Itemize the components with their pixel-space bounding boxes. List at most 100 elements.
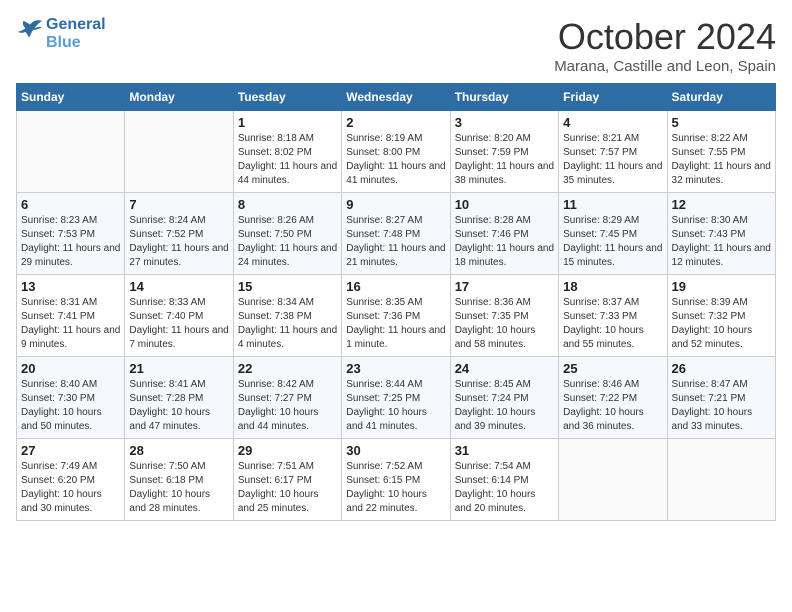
calendar-cell: 1 Sunrise: 8:18 AM Sunset: 8:02 PM Daylig… [233, 111, 341, 193]
day-info: Sunrise: 8:23 AM Sunset: 7:53 PM Dayligh… [21, 214, 120, 270]
week-row-1: 1 Sunrise: 8:18 AM Sunset: 8:02 PM Daylig… [17, 111, 776, 193]
day-number: 30 [346, 443, 445, 458]
day-info: Sunrise: 7:54 AM Sunset: 6:14 PM Dayligh… [455, 460, 554, 516]
title-block: October 2024 Marana, Castille and Leon, … [554, 16, 776, 75]
weekday-header-monday: Monday [125, 84, 233, 111]
day-info: Sunrise: 8:18 AM Sunset: 8:02 PM Dayligh… [238, 132, 337, 188]
logo: General Blue [16, 16, 106, 51]
calendar-cell: 11 Sunrise: 8:29 AM Sunset: 7:45 PM Dayli… [559, 193, 667, 275]
calendar-cell: 28 Sunrise: 7:50 AM Sunset: 6:18 PM Dayli… [125, 439, 233, 521]
day-number: 15 [238, 279, 337, 294]
day-info: Sunrise: 8:24 AM Sunset: 7:52 PM Dayligh… [129, 214, 228, 270]
day-number: 19 [672, 279, 771, 294]
calendar-cell: 9Sunrise: 8:27 AM Sunset: 7:48 PM Daylig… [342, 193, 450, 275]
week-row-5: 27Sunrise: 7:49 AM Sunset: 6:20 PM Dayli… [17, 439, 776, 521]
day-info: Sunrise: 8:40 AM Sunset: 7:30 PM Dayligh… [21, 378, 120, 434]
calendar-cell: 19Sunrise: 8:39 AM Sunset: 7:32 PM Dayli… [667, 275, 775, 357]
day-number: 5 [672, 115, 771, 130]
day-number: 16 [346, 279, 445, 294]
week-row-4: 20 Sunrise: 8:40 AM Sunset: 7:30 PM Dayli… [17, 357, 776, 439]
weekday-header-wednesday: Wednesday [342, 84, 450, 111]
calendar-cell [17, 111, 125, 193]
calendar-cell: 21Sunrise: 8:41 AM Sunset: 7:28 PM Dayli… [125, 357, 233, 439]
day-number: 10 [455, 197, 554, 212]
calendar-cell: 10 Sunrise: 8:28 AM Sunset: 7:46 PM Dayli… [450, 193, 558, 275]
calendar-cell: 31 Sunrise: 7:54 AM Sunset: 6:14 PM Dayli… [450, 439, 558, 521]
day-number: 7 [129, 197, 228, 212]
calendar-cell: 14 Sunrise: 8:33 AM Sunset: 7:40 PM Dayli… [125, 275, 233, 357]
calendar-cell: 5 Sunrise: 8:22 AM Sunset: 7:55 PM Daylig… [667, 111, 775, 193]
day-number: 13 [21, 279, 120, 294]
day-info: Sunrise: 8:44 AM Sunset: 7:25 PM Dayligh… [346, 378, 445, 434]
calendar-table: SundayMondayTuesdayWednesdayThursdayFrid… [16, 83, 776, 521]
day-number: 11 [563, 197, 662, 212]
day-info: Sunrise: 8:36 AM Sunset: 7:35 PM Dayligh… [455, 296, 554, 352]
day-info: Sunrise: 8:21 AM Sunset: 7:57 PM Dayligh… [563, 132, 662, 188]
day-number: 24 [455, 361, 554, 376]
day-number: 28 [129, 443, 228, 458]
day-number: 1 [238, 115, 337, 130]
day-info: Sunrise: 8:33 AM Sunset: 7:40 PM Dayligh… [129, 296, 228, 352]
calendar-cell: 20 Sunrise: 8:40 AM Sunset: 7:30 PM Dayli… [17, 357, 125, 439]
calendar-cell: 30Sunrise: 7:52 AM Sunset: 6:15 PM Dayli… [342, 439, 450, 521]
day-info: Sunrise: 8:29 AM Sunset: 7:45 PM Dayligh… [563, 214, 662, 270]
day-info: Sunrise: 7:49 AM Sunset: 6:20 PM Dayligh… [21, 460, 120, 516]
day-number: 21 [129, 361, 228, 376]
day-number: 9 [346, 197, 445, 212]
calendar-cell [559, 439, 667, 521]
calendar-cell: 12 Sunrise: 8:30 AM Sunset: 7:43 PM Dayli… [667, 193, 775, 275]
day-number: 14 [129, 279, 228, 294]
day-info: Sunrise: 8:19 AM Sunset: 8:00 PM Dayligh… [346, 132, 445, 188]
day-info: Sunrise: 7:50 AM Sunset: 6:18 PM Dayligh… [129, 460, 228, 516]
calendar-cell: 2Sunrise: 8:19 AM Sunset: 8:00 PM Daylig… [342, 111, 450, 193]
day-info: Sunrise: 8:42 AM Sunset: 7:27 PM Dayligh… [238, 378, 337, 434]
page-header: General Blue October 2024 Marana, Castil… [16, 16, 776, 75]
calendar-cell: 22 Sunrise: 8:42 AM Sunset: 7:27 PM Dayli… [233, 357, 341, 439]
calendar-cell: 6 Sunrise: 8:23 AM Sunset: 7:53 PM Daylig… [17, 193, 125, 275]
weekday-header-saturday: Saturday [667, 84, 775, 111]
week-row-2: 6 Sunrise: 8:23 AM Sunset: 7:53 PM Daylig… [17, 193, 776, 275]
weekday-header-thursday: Thursday [450, 84, 558, 111]
calendar-cell: 23Sunrise: 8:44 AM Sunset: 7:25 PM Dayli… [342, 357, 450, 439]
day-number: 26 [672, 361, 771, 376]
calendar-cell: 4 Sunrise: 8:21 AM Sunset: 7:57 PM Daylig… [559, 111, 667, 193]
day-number: 3 [455, 115, 554, 130]
calendar-cell: 25Sunrise: 8:46 AM Sunset: 7:22 PM Dayli… [559, 357, 667, 439]
location-subtitle: Marana, Castille and Leon, Spain [554, 58, 776, 75]
day-number: 31 [455, 443, 554, 458]
day-info: Sunrise: 8:20 AM Sunset: 7:59 PM Dayligh… [455, 132, 554, 188]
calendar-cell [667, 439, 775, 521]
day-info: Sunrise: 8:31 AM Sunset: 7:41 PM Dayligh… [21, 296, 120, 352]
day-info: Sunrise: 8:22 AM Sunset: 7:55 PM Dayligh… [672, 132, 771, 188]
calendar-cell: 26 Sunrise: 8:47 AM Sunset: 7:21 PM Dayli… [667, 357, 775, 439]
day-number: 6 [21, 197, 120, 212]
day-number: 29 [238, 443, 337, 458]
day-number: 17 [455, 279, 554, 294]
calendar-cell [125, 111, 233, 193]
calendar-cell: 13 Sunrise: 8:31 AM Sunset: 7:41 PM Dayli… [17, 275, 125, 357]
day-number: 4 [563, 115, 662, 130]
calendar-cell: 17 Sunrise: 8:36 AM Sunset: 7:35 PM Dayli… [450, 275, 558, 357]
calendar-cell: 27Sunrise: 7:49 AM Sunset: 6:20 PM Dayli… [17, 439, 125, 521]
day-info: Sunrise: 8:46 AM Sunset: 7:22 PM Dayligh… [563, 378, 662, 434]
day-number: 8 [238, 197, 337, 212]
day-number: 12 [672, 197, 771, 212]
day-info: Sunrise: 8:26 AM Sunset: 7:50 PM Dayligh… [238, 214, 337, 270]
calendar-cell: 8 Sunrise: 8:26 AM Sunset: 7:50 PM Daylig… [233, 193, 341, 275]
calendar-cell: 15Sunrise: 8:34 AM Sunset: 7:38 PM Dayli… [233, 275, 341, 357]
logo-text-blue: Blue [46, 34, 106, 52]
day-info: Sunrise: 8:35 AM Sunset: 7:36 PM Dayligh… [346, 296, 445, 352]
day-info: Sunrise: 8:45 AM Sunset: 7:24 PM Dayligh… [455, 378, 554, 434]
day-number: 22 [238, 361, 337, 376]
calendar-cell: 18Sunrise: 8:37 AM Sunset: 7:33 PM Dayli… [559, 275, 667, 357]
calendar-cell: 24 Sunrise: 8:45 AM Sunset: 7:24 PM Dayli… [450, 357, 558, 439]
logo-text-general: General [46, 16, 106, 34]
day-info: Sunrise: 8:37 AM Sunset: 7:33 PM Dayligh… [563, 296, 662, 352]
calendar-cell: 7 Sunrise: 8:24 AM Sunset: 7:52 PM Daylig… [125, 193, 233, 275]
day-info: Sunrise: 8:30 AM Sunset: 7:43 PM Dayligh… [672, 214, 771, 270]
calendar-cell: 3 Sunrise: 8:20 AM Sunset: 7:59 PM Daylig… [450, 111, 558, 193]
day-info: Sunrise: 8:28 AM Sunset: 7:46 PM Dayligh… [455, 214, 554, 270]
day-number: 20 [21, 361, 120, 376]
day-info: Sunrise: 8:47 AM Sunset: 7:21 PM Dayligh… [672, 378, 771, 434]
day-info: Sunrise: 7:51 AM Sunset: 6:17 PM Dayligh… [238, 460, 337, 516]
